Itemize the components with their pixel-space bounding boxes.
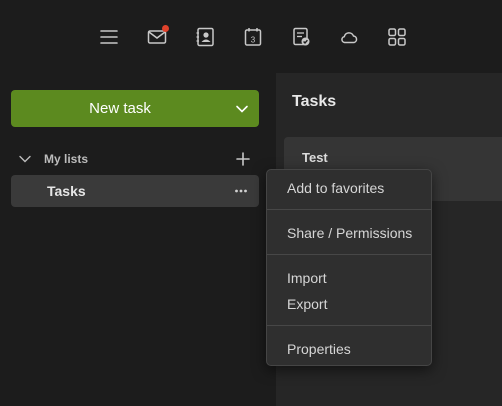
tasks-icon[interactable] bbox=[289, 25, 313, 49]
add-list-icon[interactable] bbox=[233, 149, 253, 169]
contacts-icon[interactable] bbox=[193, 25, 217, 49]
menu-item-properties[interactable]: Properties bbox=[267, 337, 431, 361]
more-options-icon[interactable] bbox=[229, 181, 253, 201]
menu-item-import[interactable]: Import bbox=[267, 266, 431, 290]
list-item-label: Tasks bbox=[47, 183, 86, 199]
calendar-icon[interactable]: 3 bbox=[241, 25, 265, 49]
app-toolbar: 3 bbox=[0, 0, 502, 73]
menu-divider bbox=[267, 325, 431, 326]
section-title: My lists bbox=[44, 152, 89, 166]
menu-item-add-to-favorites[interactable]: Add to favorites bbox=[267, 176, 431, 200]
page-title: Tasks bbox=[292, 93, 337, 110]
new-task-button[interactable]: New task bbox=[11, 90, 259, 127]
list-context-menu: Add to favorites Share / Permissions Imp… bbox=[266, 169, 432, 366]
app-window: 3 New task My lists Tasks Tasks Test Add… bbox=[0, 0, 502, 406]
menu-item-share-permissions[interactable]: Share / Permissions bbox=[267, 221, 431, 245]
calendar-day: 3 bbox=[251, 36, 256, 45]
sidebar-item-tasks[interactable]: Tasks bbox=[11, 175, 259, 207]
collapse-chevron-icon[interactable] bbox=[14, 147, 36, 171]
chevron-down-icon[interactable] bbox=[225, 90, 259, 127]
notification-badge bbox=[162, 25, 169, 32]
cloud-icon[interactable] bbox=[337, 25, 361, 49]
menu-item-export[interactable]: Export bbox=[267, 292, 431, 316]
new-task-label: New task bbox=[89, 100, 151, 117]
task-title: Test bbox=[302, 150, 328, 165]
sidebar: New task My lists Tasks bbox=[0, 73, 276, 406]
apps-grid-icon[interactable] bbox=[385, 25, 409, 49]
my-lists-header: My lists bbox=[11, 147, 259, 171]
menu-icon[interactable] bbox=[97, 25, 121, 49]
menu-divider bbox=[267, 209, 431, 210]
mail-icon[interactable] bbox=[145, 25, 169, 49]
menu-divider bbox=[267, 254, 431, 255]
